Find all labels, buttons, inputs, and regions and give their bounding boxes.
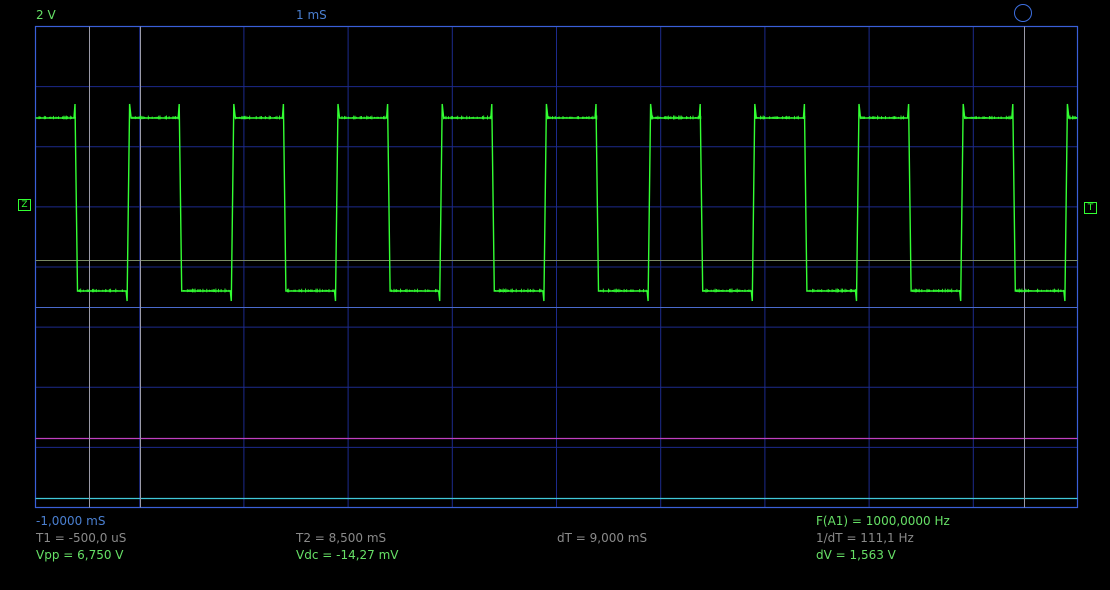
t2-readout: T2 = 8,500 mS (296, 531, 387, 545)
trigger-marker-letter: T (1087, 203, 1094, 213)
dt-readout: dT = 9,000 mS (557, 531, 648, 545)
frequency-readout: F(A1) = 1000,0000 Hz (816, 514, 950, 528)
graticule-grid (35, 26, 1078, 508)
oscilloscope-screen: 2 V 1 mS Z T -1,0000 mS T1 = -500,0 uS T… (0, 0, 1110, 590)
start-time-readout: -1,0000 mS (36, 514, 106, 528)
zero-marker-letter: Z (21, 200, 28, 210)
trace-display (34, 25, 1079, 509)
t1-readout: T1 = -500,0 uS (36, 531, 127, 545)
vpp-readout: Vpp = 6,750 V (36, 548, 124, 562)
vdc-readout: Vdc = -14,27 mV (296, 548, 399, 562)
trigger-level-marker-icon[interactable]: T (1084, 202, 1097, 214)
zero-level-marker-icon[interactable]: Z (18, 199, 31, 211)
dv-readout: dV = 1,563 V (816, 548, 896, 562)
inverse-dt-readout: 1/dT = 111,1 Hz (816, 531, 914, 545)
